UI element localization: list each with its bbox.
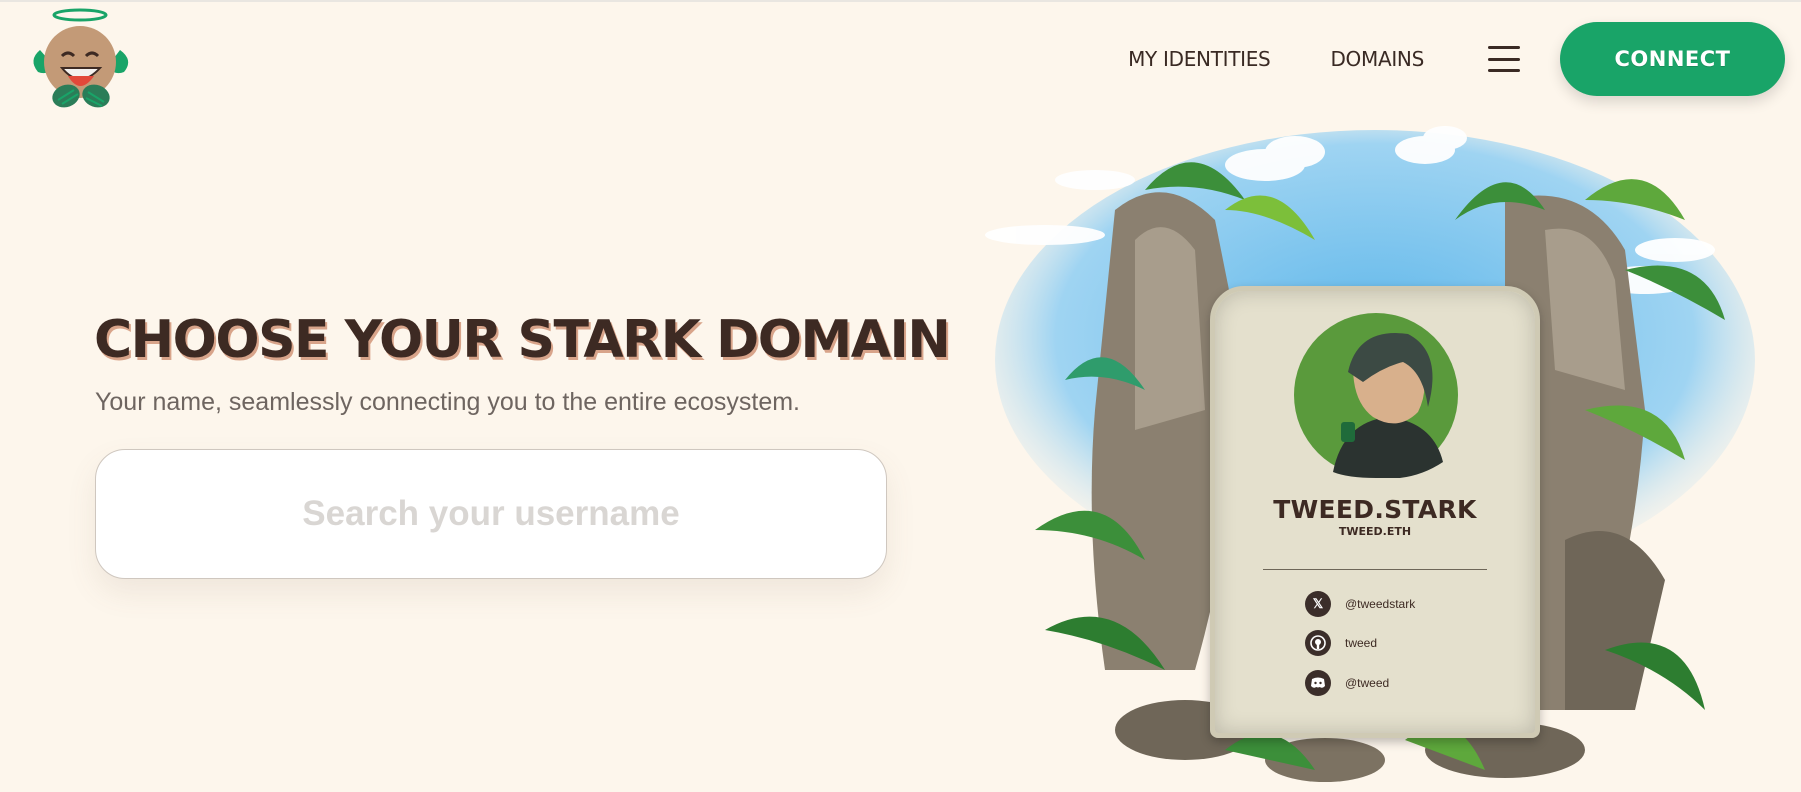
card-domain-name: TWEED.STARK <box>1273 495 1477 524</box>
discord-icon <box>1305 670 1331 696</box>
x-icon: 𝕏 <box>1305 591 1331 617</box>
starknet-id-logo[interactable] <box>24 6 140 114</box>
social-row-discord: @tweed <box>1305 670 1389 696</box>
social-handle: @tweedstark <box>1345 597 1416 611</box>
github-icon <box>1305 630 1331 656</box>
page-subtitle: Your name, seamlessly connecting you to … <box>95 388 801 416</box>
nav-my-identities-link[interactable]: MY IDENTITIES <box>1128 47 1271 71</box>
nav-domains-link[interactable]: DOMAINS <box>1330 47 1424 71</box>
connect-wallet-button[interactable]: CONNECT <box>1560 22 1785 96</box>
hamburger-menu-icon[interactable] <box>1488 46 1520 72</box>
page-title: CHOOSE YOUR STARK DOMAIN <box>94 310 951 370</box>
username-search-input[interactable] <box>96 450 886 578</box>
card-secondary-domain: TWEED.ETH <box>1338 525 1412 538</box>
profile-avatar <box>1294 313 1458 478</box>
card-divider <box>1263 569 1487 570</box>
social-handle: tweed <box>1345 636 1378 650</box>
search-box <box>95 449 887 579</box>
social-handle: @tweed <box>1345 676 1390 690</box>
domain-profile-card: TWEED.STARK TWEED.ETH 𝕏 @tweedstark twee… <box>1210 286 1540 738</box>
main-nav: MY IDENTITIES DOMAINS CONNECT <box>1128 22 1785 96</box>
social-row-github: tweed <box>1305 630 1377 656</box>
social-row-x: 𝕏 @tweedstark <box>1305 591 1415 617</box>
